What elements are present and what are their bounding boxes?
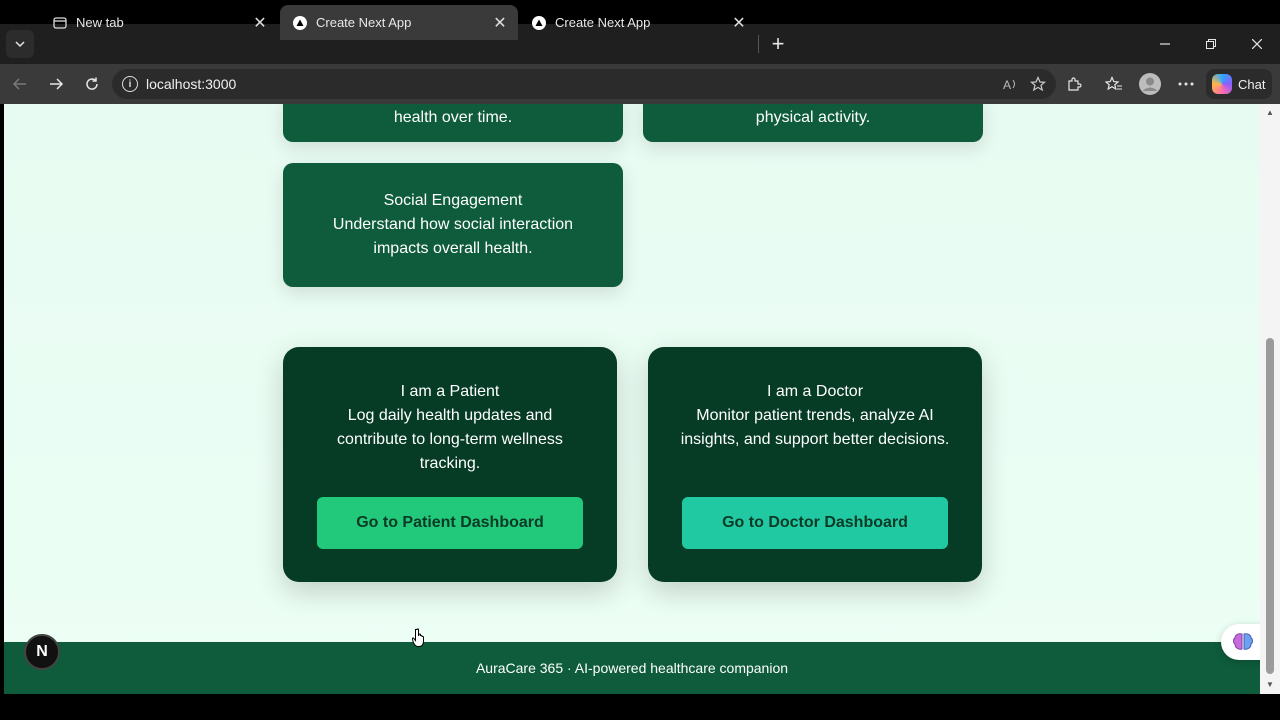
more-menu-button[interactable] xyxy=(1172,70,1200,98)
role-title: I am a Patient xyxy=(400,383,500,400)
patient-dashboard-button[interactable]: Go to Patient Dashboard xyxy=(317,497,583,549)
star-icon xyxy=(1030,76,1046,92)
vercel-triangle-icon xyxy=(531,15,547,31)
new-tab-icon xyxy=(52,15,68,31)
feature-card-social-engagement: Social Engagement Understand how social … xyxy=(283,163,623,287)
scrollbar-thumb[interactable] xyxy=(1266,338,1274,674)
tab-title: Create Next App xyxy=(316,15,412,30)
tab-new-tab[interactable]: New tab ✕ xyxy=(40,5,278,40)
role-desc: Log daily health updates and contribute … xyxy=(337,407,563,472)
footer-text: AuraCare 365 · AI-powered healthcare com… xyxy=(475,660,789,676)
site-info-icon[interactable]: i xyxy=(122,76,138,92)
tab-separator xyxy=(758,35,759,53)
arrow-right-icon xyxy=(50,78,64,90)
hand-cursor-icon xyxy=(412,628,424,647)
url-text: localhost:3000 xyxy=(146,76,237,92)
vertical-scrollbar[interactable]: ▲ ▼ xyxy=(1260,104,1280,694)
patient-role-card: I am a Patient Log daily health updates … xyxy=(283,347,617,582)
read-aloud-button[interactable]: A xyxy=(996,70,1024,98)
page-footer: AuraCare 365 · AI-powered healthcare com… xyxy=(4,642,1260,694)
page-viewport: health over time. physical activity. Soc… xyxy=(4,104,1260,694)
feature-desc: health over time. xyxy=(393,109,513,126)
svg-text:A: A xyxy=(1003,78,1011,92)
puzzle-icon xyxy=(1068,77,1082,91)
profile-button[interactable] xyxy=(1136,70,1164,98)
role-title: I am a Doctor xyxy=(766,383,864,400)
brain-icon xyxy=(1233,633,1253,650)
address-bar[interactable]: i localhost:3000 xyxy=(112,69,1056,99)
arrow-left-icon xyxy=(12,78,26,90)
minimize-icon xyxy=(1160,43,1170,45)
feature-title: Social Engagement xyxy=(383,192,523,209)
scroll-down-icon[interactable]: ▼ xyxy=(1265,680,1275,690)
tab-title: Create Next App xyxy=(555,15,651,30)
close-icon xyxy=(1252,39,1262,49)
forward-button[interactable] xyxy=(42,70,70,98)
doctor-dashboard-button[interactable]: Go to Doctor Dashboard xyxy=(682,497,948,549)
copilot-icon xyxy=(1212,74,1232,94)
new-tab-button[interactable]: + xyxy=(766,32,790,56)
extensions-button[interactable] xyxy=(1060,70,1088,98)
restore-icon xyxy=(1206,39,1216,49)
restore-button[interactable] xyxy=(1188,24,1234,64)
scroll-up-icon[interactable]: ▲ xyxy=(1265,108,1275,118)
chat-label: Chat xyxy=(1238,76,1266,92)
favorites-button[interactable] xyxy=(1100,70,1128,98)
tab-title: New tab xyxy=(76,15,124,30)
close-icon[interactable]: ✕ xyxy=(252,13,268,33)
role-desc: Monitor patient trends, analyze AI insig… xyxy=(680,407,950,448)
favorite-star-button[interactable] xyxy=(1024,70,1052,98)
feature-desc: Understand how social interaction impact… xyxy=(332,216,574,257)
minimize-button[interactable] xyxy=(1142,24,1188,64)
favorites-icon xyxy=(1105,76,1122,91)
feature-card-partial-right: physical activity. xyxy=(643,104,983,142)
tab-actions-menu-button[interactable] xyxy=(6,30,34,58)
reload-button[interactable] xyxy=(78,70,106,98)
vercel-triangle-icon xyxy=(292,15,308,31)
tab-create-next-app[interactable]: Create Next App ✕ xyxy=(519,5,757,40)
tab-create-next-app-active[interactable]: Create Next App ✕ xyxy=(280,5,518,40)
copilot-chat-button[interactable]: Chat xyxy=(1206,69,1272,99)
browser-toolbar: i localhost:3000 A Chat xyxy=(0,64,1280,104)
doctor-role-card: I am a Doctor Monitor patient trends, an… xyxy=(648,347,982,582)
next-dev-indicator-button[interactable]: N xyxy=(24,634,60,670)
feature-desc: physical activity. xyxy=(755,109,871,126)
more-dots-icon xyxy=(1178,82,1194,86)
chevron-down-icon xyxy=(15,41,25,48)
back-button[interactable] xyxy=(6,70,34,98)
avatar-icon xyxy=(1139,73,1161,95)
read-aloud-icon: A xyxy=(1003,78,1015,92)
feature-card-partial-left: health over time. xyxy=(283,104,623,142)
close-icon[interactable]: ✕ xyxy=(492,13,508,33)
close-icon[interactable]: ✕ xyxy=(731,13,747,33)
brain-assistant-button[interactable] xyxy=(1221,624,1260,660)
close-window-button[interactable] xyxy=(1234,24,1280,64)
reload-icon xyxy=(86,77,98,90)
